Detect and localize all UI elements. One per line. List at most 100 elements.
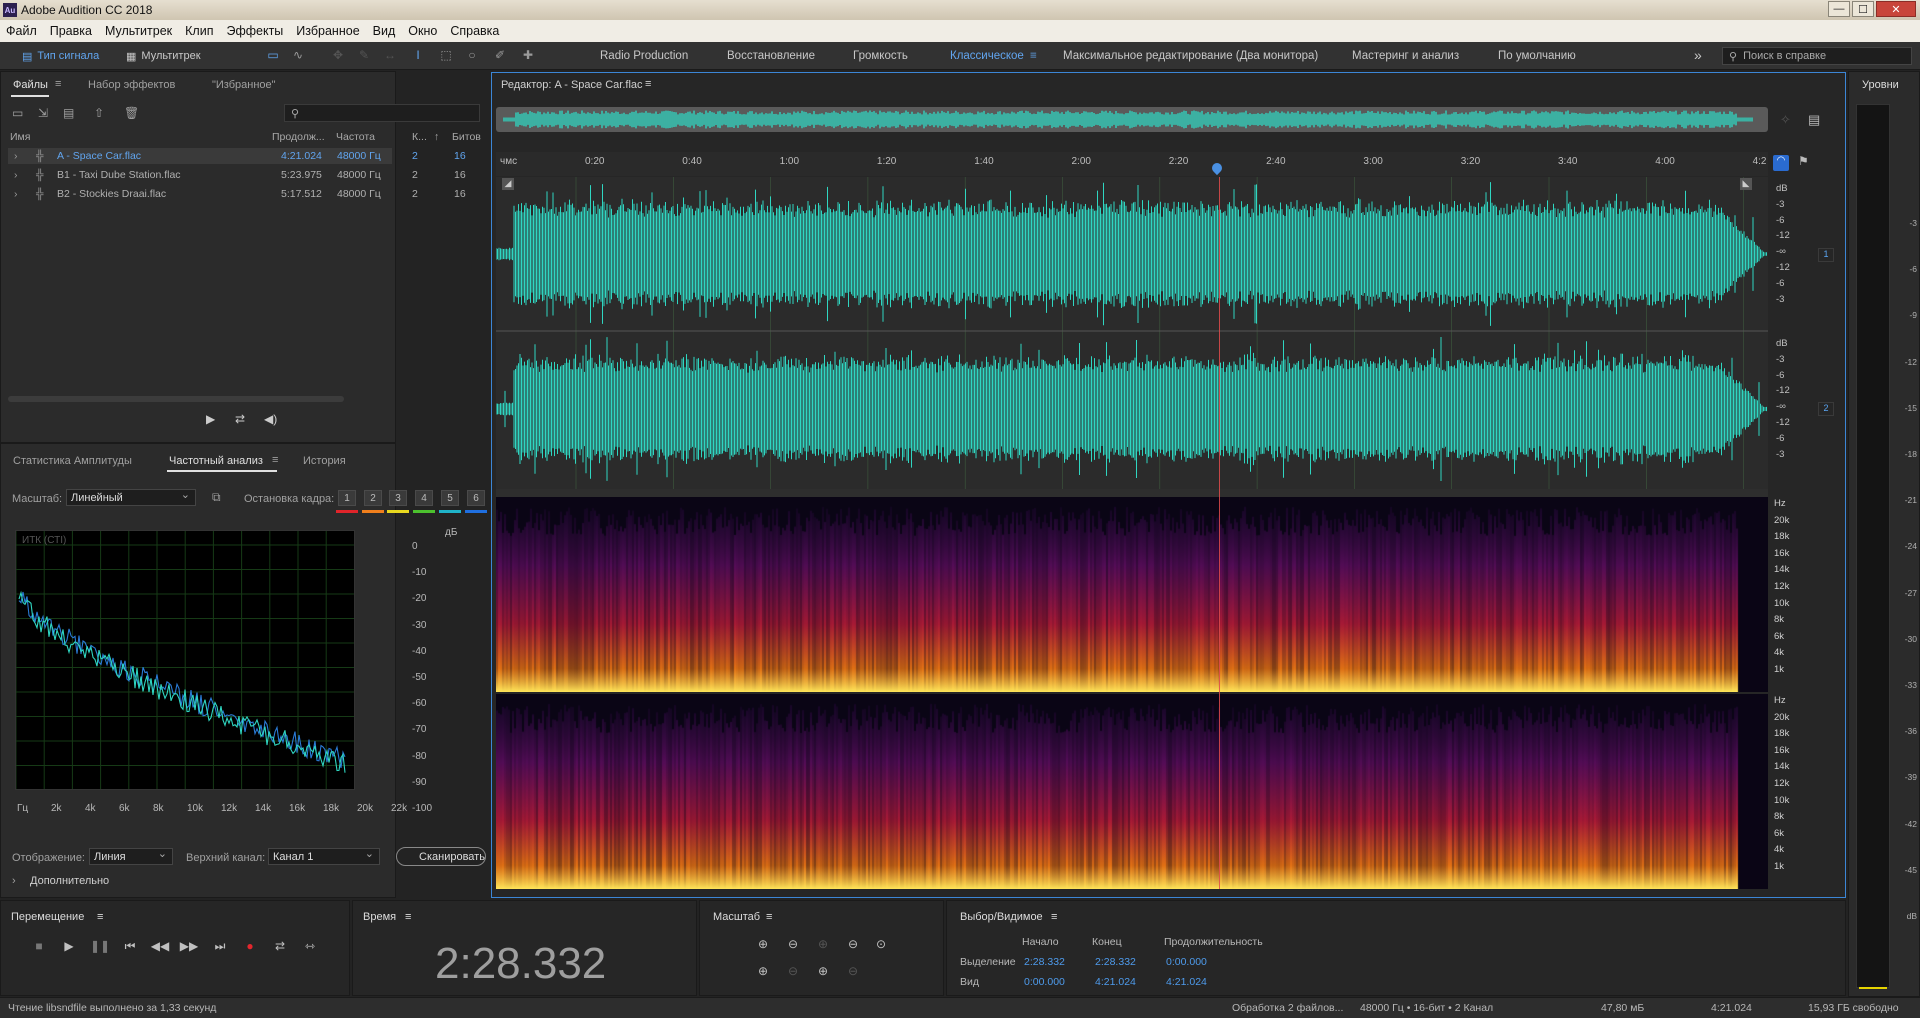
- panel-menu-icon[interactable]: ≡: [405, 911, 411, 923]
- workspace-loudness[interactable]: Громкость: [853, 50, 908, 62]
- fast-forward-icon[interactable]: ▶▶: [179, 938, 199, 954]
- tab-favorites[interactable]: "Избранное": [212, 79, 276, 91]
- overview-navigator[interactable]: [496, 107, 1768, 132]
- sort-arrow-icon[interactable]: ↑: [434, 131, 439, 143]
- workspace-mastering[interactable]: Мастеринг и анализ: [1352, 50, 1459, 62]
- expand-arrow-icon[interactable]: ›: [14, 169, 18, 181]
- zoom-in-time-icon[interactable]: ⊕: [813, 936, 833, 952]
- record-icon[interactable]: ●: [240, 938, 260, 954]
- pause-icon[interactable]: ❚❚: [90, 938, 110, 954]
- menu-edit[interactable]: Правка: [50, 24, 92, 38]
- view-end[interactable]: 4:21.024: [1095, 976, 1136, 988]
- pitch-display-icon[interactable]: ∿: [290, 47, 306, 63]
- freeze-frame-3[interactable]: 3: [389, 490, 407, 506]
- zoom-in-selection-icon[interactable]: ⊕: [813, 963, 833, 979]
- current-time-display[interactable]: 2:28.332: [435, 939, 606, 989]
- fade-in-handle-icon[interactable]: ◢: [502, 178, 514, 190]
- menu-view[interactable]: Вид: [373, 24, 396, 38]
- spectrogram-channel-2[interactable]: [496, 694, 1768, 889]
- delete-icon[interactable]: 🗑: [124, 106, 139, 120]
- fade-out-handle-icon[interactable]: ◣: [1740, 178, 1752, 190]
- expand-arrow-icon[interactable]: ›: [14, 188, 18, 200]
- time-selection-tool-icon[interactable]: I: [410, 47, 426, 63]
- menu-effects[interactable]: Эффекты: [226, 24, 283, 38]
- tab-effects-rack[interactable]: Набор эффектов: [88, 79, 175, 91]
- col-rate[interactable]: Частота: [336, 131, 375, 143]
- expand-arrow-icon[interactable]: ›: [14, 150, 18, 162]
- col-bits[interactable]: Битов: [452, 131, 481, 143]
- workspace-radio-production[interactable]: Radio Production: [600, 50, 688, 62]
- channel-2-badge[interactable]: 2: [1818, 402, 1834, 416]
- waveform-view-tab[interactable]: ▤ Тип сигнала: [22, 47, 99, 65]
- menu-multitrack[interactable]: Мультитрек: [105, 24, 172, 38]
- frequency-plot[interactable]: ИТК (СТI): [15, 530, 355, 791]
- scale-dropdown[interactable]: Линейный: [66, 488, 196, 506]
- headphones-icon[interactable]: ◠: [1773, 155, 1789, 171]
- loop-preview-icon[interactable]: ⇄: [235, 412, 245, 426]
- selection-end[interactable]: 2:28.332: [1095, 956, 1136, 968]
- skip-selection-icon[interactable]: ⇿: [300, 938, 320, 954]
- marker-pin-icon[interactable]: ⚑: [1798, 154, 1809, 168]
- display-dropdown[interactable]: Линия: [89, 847, 173, 865]
- scan-button[interactable]: Сканировать: [396, 847, 486, 866]
- insert-into-multitrack-icon[interactable]: ⇧: [94, 106, 104, 120]
- zoom-out-selection-icon[interactable]: ⊖: [843, 963, 863, 979]
- workspace-default[interactable]: По умолчанию: [1498, 50, 1576, 62]
- menu-clip[interactable]: Клип: [185, 24, 213, 38]
- expand-arrow-icon[interactable]: ›: [12, 875, 16, 887]
- maximize-button[interactable]: ☐: [1852, 1, 1874, 17]
- panel-menu-icon[interactable]: ≡: [645, 78, 651, 90]
- file-row[interactable]: › ╬ A - Space Car.flac 4:21.024 48000 Гц…: [8, 148, 466, 164]
- workspace-menu-icon[interactable]: ≡: [1030, 50, 1037, 62]
- workspace-max-editing[interactable]: Максимальное редактирование (Два монитор…: [1063, 50, 1318, 62]
- col-name[interactable]: Имя: [10, 131, 30, 143]
- move-tool-icon[interactable]: ✥: [330, 47, 346, 63]
- zoom-in-amplitude-icon[interactable]: ⊕: [753, 936, 773, 952]
- files-search-input[interactable]: ⚲: [284, 104, 480, 122]
- channel-1-badge[interactable]: 1: [1818, 248, 1834, 262]
- menu-window[interactable]: Окно: [408, 24, 437, 38]
- autoplay-icon[interactable]: ◀): [264, 412, 277, 426]
- zoom-lock-icon[interactable]: ✧: [1780, 112, 1791, 128]
- go-to-end-icon[interactable]: ⏭: [210, 938, 230, 954]
- slip-tool-icon[interactable]: ↔: [382, 47, 398, 63]
- files-horizontal-scrollbar[interactable]: [8, 396, 344, 402]
- go-to-start-icon[interactable]: ⏮: [120, 938, 140, 954]
- tab-frequency-analysis[interactable]: Частотный анализ: [169, 455, 263, 467]
- more-workspaces-icon[interactable]: »: [1694, 47, 1702, 63]
- import-file-icon[interactable]: ⇲: [38, 106, 48, 120]
- col-channels[interactable]: К...: [412, 131, 427, 143]
- view-divider-handle[interactable]: [496, 489, 1768, 497]
- freeze-frame-2[interactable]: 2: [364, 490, 382, 506]
- marquee-tool-icon[interactable]: ⬚: [438, 47, 454, 63]
- spot-healing-icon[interactable]: ✚: [520, 47, 536, 63]
- selection-start[interactable]: 2:28.332: [1024, 956, 1065, 968]
- zoom-in-icon[interactable]: ⊕: [753, 963, 773, 979]
- zoom-out-amplitude-icon[interactable]: ⊖: [783, 936, 803, 952]
- zoom-out-icon[interactable]: ⊖: [783, 963, 803, 979]
- workspace-classic[interactable]: Классическое: [950, 50, 1024, 62]
- rewind-icon[interactable]: ◀◀: [150, 938, 170, 954]
- advanced-section[interactable]: Дополнительно: [30, 875, 109, 887]
- panel-menu-icon[interactable]: ≡: [1051, 911, 1057, 923]
- file-row[interactable]: › ╬ B2 - Stockies Draai.flac 5:17.512 48…: [8, 186, 466, 202]
- panel-menu-icon[interactable]: ≡: [97, 911, 103, 923]
- new-file-icon[interactable]: ▤: [63, 106, 74, 120]
- file-row[interactable]: › ╬ B1 - Taxi Dube Station.flac 5:23.975…: [8, 167, 466, 183]
- brush-tool-icon[interactable]: ✐: [492, 47, 508, 63]
- open-file-icon[interactable]: ▭: [12, 106, 23, 120]
- tab-amplitude-statistics[interactable]: Статистика Амплитуды: [13, 455, 132, 467]
- panel-settings-icon[interactable]: ▤: [1808, 112, 1820, 128]
- menu-help[interactable]: Справка: [450, 24, 499, 38]
- minimize-button[interactable]: —: [1828, 1, 1850, 17]
- close-button[interactable]: ✕: [1876, 1, 1916, 17]
- freeze-frame-1[interactable]: 1: [338, 490, 356, 506]
- zoom-to-selection-icon[interactable]: ⊙: [871, 936, 891, 952]
- loop-icon[interactable]: ⇄: [270, 938, 290, 954]
- help-search-input[interactable]: ⚲ Поиск в справке: [1722, 47, 1912, 65]
- col-duration[interactable]: Продолж...: [272, 131, 325, 143]
- channel-dropdown[interactable]: Канал 1: [268, 847, 380, 865]
- lasso-tool-icon[interactable]: ○: [464, 47, 480, 63]
- stop-icon[interactable]: ■: [29, 938, 49, 954]
- workspace-restoration[interactable]: Восстановление: [727, 50, 815, 62]
